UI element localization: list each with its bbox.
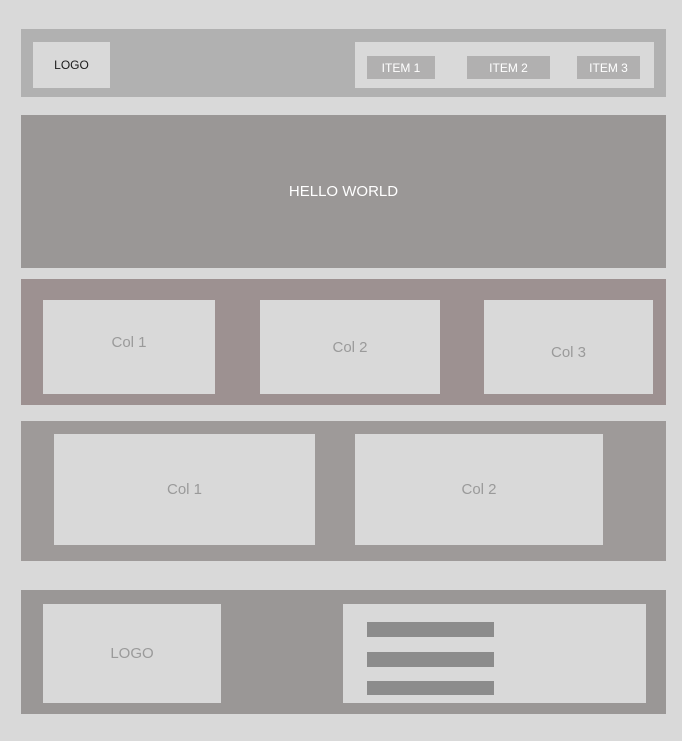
hero-title: HELLO WORLD	[288, 183, 399, 200]
two-column-2-label: Col 2	[461, 481, 497, 498]
footer-link-placeholder-3[interactable]	[367, 681, 494, 695]
hero-banner: HELLO WORLD	[21, 115, 666, 268]
footer-logo[interactable]: LOGO	[43, 604, 221, 703]
nav-item-1[interactable]: ITEM 1	[367, 56, 435, 79]
three-column-2: Col 2	[260, 300, 440, 394]
two-column-2: Col 2	[355, 434, 603, 545]
footer-link-placeholder-2[interactable]	[367, 652, 494, 667]
three-column-3: Col 3	[484, 300, 653, 394]
footer-link-placeholder-1[interactable]	[367, 622, 494, 637]
three-column-2-label: Col 2	[332, 338, 368, 356]
two-column-1-label: Col 1	[166, 481, 203, 498]
header-logo[interactable]: LOGO	[33, 42, 110, 88]
three-column-3-label: Col 3	[550, 343, 587, 361]
three-column-1: Col 1	[43, 300, 215, 394]
three-column-1-label: Col 1	[111, 333, 147, 351]
nav-item-2[interactable]: ITEM 2	[467, 56, 550, 79]
two-column-1: Col 1	[54, 434, 315, 545]
nav-item-3[interactable]: ITEM 3	[577, 56, 640, 79]
